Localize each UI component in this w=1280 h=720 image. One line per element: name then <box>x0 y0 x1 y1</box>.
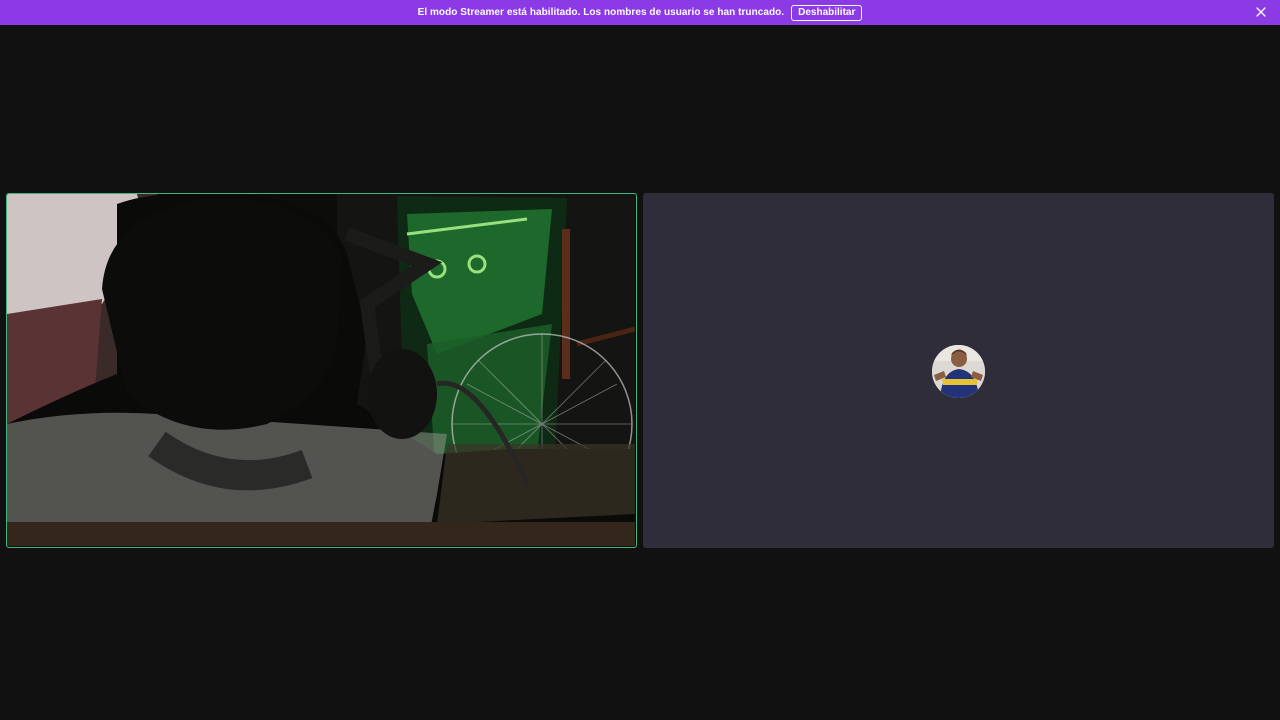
streamer-mode-banner: El modo Streamer está habilitado. Los no… <box>0 0 1280 25</box>
banner-message: El modo Streamer está habilitado. Los no… <box>417 7 785 18</box>
disable-streamer-mode-button[interactable]: Deshabilitar <box>791 4 863 21</box>
voice-tile[interactable] <box>643 193 1274 548</box>
camera-feed <box>7 194 635 546</box>
video-tile-speaking[interactable] <box>6 193 637 548</box>
close-icon[interactable] <box>1254 5 1268 19</box>
user-avatar[interactable] <box>932 345 985 398</box>
